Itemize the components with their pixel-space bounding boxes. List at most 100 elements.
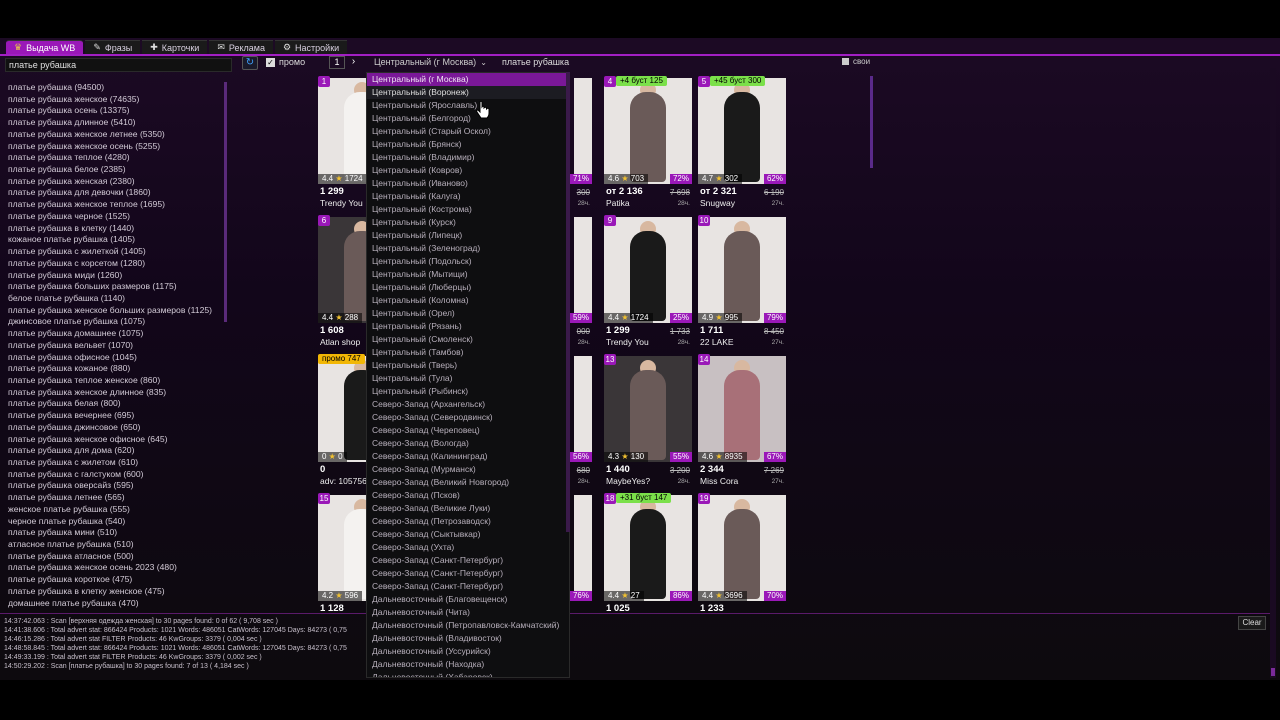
product-card-partial[interactable]: 56% 680 28ч. — [569, 354, 592, 488]
own-checkbox[interactable] — [842, 58, 849, 65]
tab-4[interactable]: ⚙ Настройки — [274, 40, 348, 54]
product-card-partial[interactable]: 59% 000 28ч. — [569, 215, 592, 349]
phrase-item[interactable]: платье рубашка длинное (5410) — [8, 117, 223, 129]
region-option[interactable]: Дальневосточный (Уссурийск) — [367, 645, 569, 658]
phrase-item[interactable]: платье рубашка в клетку женское (475) — [8, 586, 223, 598]
phrase-item[interactable]: платье рубашка осень (13375) — [8, 105, 223, 117]
region-option[interactable]: Северо-Запад (Великий Новгород) — [367, 476, 569, 489]
phrase-item[interactable]: платье рубашка черное (1525) — [8, 211, 223, 223]
region-option[interactable]: Центральный (Воронеж) — [367, 86, 569, 99]
product-card[interactable]: 4 +4 буст 125 4.6 ★ 703 72% от 2 136 7 698 Pat… — [604, 76, 692, 210]
phrase-item[interactable]: платье рубашка женское офисное (645) — [8, 434, 223, 446]
region-option[interactable]: Центральный (Подольск) — [367, 255, 569, 268]
region-option[interactable]: Дальневосточный (Благовещенск) — [367, 593, 569, 606]
region-option[interactable]: Центральный (Мытищи) — [367, 268, 569, 281]
region-option[interactable]: Центральный (Тамбов) — [367, 346, 569, 359]
phrase-item[interactable]: кожаное платье рубашка (1405) — [8, 234, 223, 246]
promo-checkbox[interactable]: ✓ — [266, 58, 275, 67]
region-option[interactable]: Центральный (Брянск) — [367, 138, 569, 151]
region-option[interactable]: Дальневосточный (Чита) — [367, 606, 569, 619]
phrase-item[interactable]: платье рубашка женское летнее (5350) — [8, 129, 223, 141]
phrase-list-scrollbar[interactable] — [224, 82, 227, 322]
product-card[interactable]: 10 4.9 ★ 995 79% 1 711 8 450 22 LAKE 27ч. — [698, 215, 786, 349]
region-option[interactable]: Северо-Запад (Санкт-Петербург) — [367, 567, 569, 580]
phrase-item[interactable]: платье рубашка атласное (500) — [8, 551, 223, 563]
product-image[interactable] — [574, 356, 592, 462]
region-option[interactable]: Северо-Запад (Вологда) — [367, 437, 569, 450]
tab-3[interactable]: ✉ Реклама — [209, 40, 273, 54]
phrase-item[interactable]: платье рубашка офисное (1045) — [8, 352, 223, 364]
phrase-item[interactable]: платье рубашка джинсовое (650) — [8, 422, 223, 434]
phrase-item[interactable]: платье рубашка женское осень (5255) — [8, 141, 223, 153]
region-option[interactable]: Северо-Запад (Санкт-Петербург) — [367, 580, 569, 593]
region-option[interactable]: Дальневосточный (Петропавловск-Камчатски… — [367, 619, 569, 632]
region-option[interactable]: Северо-Запад (Архангельск) — [367, 398, 569, 411]
product-image[interactable] — [574, 495, 592, 601]
region-option[interactable]: Северо-Запад (Мурманск) — [367, 463, 569, 476]
phrase-item[interactable]: джинсовое платье рубашка (1075) — [8, 316, 223, 328]
phrase-item[interactable]: платье рубашка вельвет (1070) — [8, 340, 223, 352]
product-card-partial[interactable]: 76% — [569, 493, 592, 627]
phrase-item[interactable]: платье рубашка оверсайз (595) — [8, 480, 223, 492]
region-option[interactable]: Дальневосточный (Владивосток) — [367, 632, 569, 645]
refresh-button[interactable]: ↻ — [242, 56, 258, 70]
phrase-item[interactable]: платье рубашка короткое (475) — [8, 574, 223, 586]
phrase-item[interactable]: платье рубашка больших размеров (1175) — [8, 281, 223, 293]
product-card[interactable]: 19 4.4 ★ 3696 70% 1 233 — [698, 493, 786, 627]
phrase-item[interactable]: платье рубашка для дома (620) — [8, 445, 223, 457]
region-option[interactable]: Центральный (Кострома) — [367, 203, 569, 216]
phrase-item[interactable]: домашнее платье рубашка (470) — [8, 598, 223, 610]
region-select[interactable]: Центральный (г Москва) ⌄ — [368, 56, 488, 69]
phrase-item[interactable]: платье рубашка (94500) — [8, 82, 223, 94]
phrase-item[interactable]: платье рубашка домашнее (1075) — [8, 328, 223, 340]
region-option[interactable]: Северо-Запад (Великие Луки) — [367, 502, 569, 515]
next-page-button[interactable]: › — [347, 56, 360, 69]
region-option[interactable]: Центральный (Зеленоград) — [367, 242, 569, 255]
region-option[interactable]: Центральный (Старый Оскол) — [367, 125, 569, 138]
product-card[interactable]: 18 +31 буст 147 4.4 ★ 27 86% 1 025 — [604, 493, 692, 627]
region-option[interactable]: Центральный (Белгород) — [367, 112, 569, 125]
product-card-partial[interactable]: 71% 300 28ч. — [569, 76, 592, 210]
region-option[interactable]: Центральный (Владимир) — [367, 151, 569, 164]
region-option[interactable]: Центральный (Тула) — [367, 372, 569, 385]
phrase-item[interactable]: платье рубашка женское (74635) — [8, 94, 223, 106]
phrase-item[interactable]: платье рубашка теплое (4280) — [8, 152, 223, 164]
region-option[interactable]: Северо-Запад (Псков) — [367, 489, 569, 502]
tab-2[interactable]: ✚ Карточки — [142, 40, 208, 54]
product-image[interactable] — [698, 356, 786, 462]
grid-scrollbar[interactable] — [870, 76, 873, 168]
phrase-item[interactable]: женское платье рубашка (555) — [8, 504, 223, 516]
phrase-item[interactable]: платье рубашка теплое женское (860) — [8, 375, 223, 387]
phrase-item[interactable]: платье рубашка белая (800) — [8, 398, 223, 410]
region-option[interactable]: Северо-Запад (Петрозаводск) — [367, 515, 569, 528]
tab-1[interactable]: ✎ Фразы — [85, 40, 141, 54]
product-image[interactable] — [574, 78, 592, 184]
phrase-item[interactable]: платье рубашка кожаное (880) — [8, 363, 223, 375]
phrase-item[interactable]: платье рубашка с галстуком (600) — [8, 469, 223, 481]
region-option[interactable]: Центральный (Смоленск) — [367, 333, 569, 346]
phrase-item[interactable]: платье рубашка мини (510) — [8, 527, 223, 539]
region-option[interactable]: Дальневосточный (Находка) — [367, 658, 569, 671]
product-card[interactable]: 14 4.6 ★ 8935 67% 2 344 7 269 Miss Cora 27ч. — [698, 354, 786, 488]
phrase-item[interactable]: платье рубашка с жилетом (610) — [8, 457, 223, 469]
phrase-item[interactable]: платье рубашка женское больших размеров … — [8, 305, 223, 317]
phrase-item[interactable]: платье рубашка миди (1260) — [8, 270, 223, 282]
phrase-item[interactable]: платье рубашка с корсетом (1280) — [8, 258, 223, 270]
region-option[interactable]: Центральный (Иваново) — [367, 177, 569, 190]
phrase-item[interactable]: платье рубашка женское теплое (1695) — [8, 199, 223, 211]
product-card[interactable]: 5 +45 буст 300 4.7 ★ 302 62% от 2 321 6 190 Sn… — [698, 76, 786, 210]
region-option[interactable]: Центральный (Калуга) — [367, 190, 569, 203]
tab-0[interactable]: ♛ Выдача WB — [6, 40, 84, 54]
phrase-item[interactable]: платье рубашка женское длинное (835) — [8, 387, 223, 399]
clear-button[interactable]: Clear — [1238, 616, 1266, 630]
product-image[interactable] — [698, 495, 786, 601]
region-option[interactable]: Северо-Запад (Калининград) — [367, 450, 569, 463]
phrase-item[interactable]: белое платье рубашка (1140) — [8, 293, 223, 305]
region-dropdown-scrollbar[interactable] — [566, 72, 570, 532]
page-number-field[interactable]: 1 — [329, 56, 345, 69]
product-card[interactable]: 13 4.3 ★ 130 55% 1 440 3 200 MaybeYes? 28ч. — [604, 354, 692, 488]
product-image[interactable] — [698, 217, 786, 323]
region-option[interactable]: Центральный (Курск) — [367, 216, 569, 229]
region-option[interactable]: Северо-Запад (Сыктывкар) — [367, 528, 569, 541]
window-scrollbar-thumb[interactable] — [1271, 668, 1275, 676]
